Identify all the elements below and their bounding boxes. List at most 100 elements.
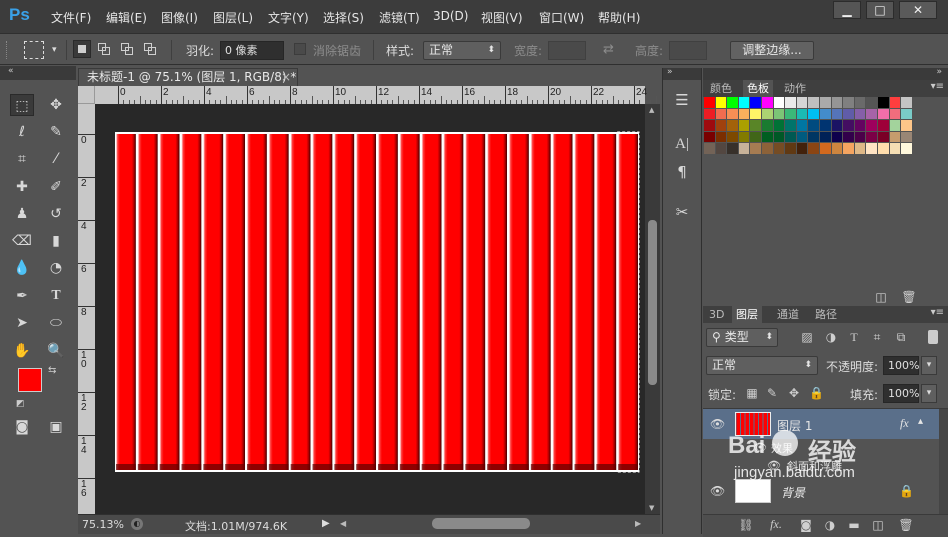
menu-item[interactable]: 图像(I): [161, 9, 198, 26]
color-swatch[interactable]: [878, 143, 889, 154]
color-swatch[interactable]: [808, 143, 819, 154]
filter-type-icon[interactable]: T: [846, 330, 862, 345]
color-swatch[interactable]: [854, 97, 866, 108]
color-swatch[interactable]: [808, 131, 819, 143]
color-swatch[interactable]: [878, 97, 889, 108]
color-swatch[interactable]: [750, 97, 761, 108]
color-swatch[interactable]: [843, 131, 854, 143]
color-swatch[interactable]: [866, 143, 877, 154]
color-swatch[interactable]: [796, 120, 808, 131]
lock-all-icon[interactable]: 🔒: [809, 386, 824, 400]
menu-item[interactable]: 滤镜(T): [379, 9, 420, 26]
scroll-right-icon[interactable]: ▶: [635, 519, 641, 528]
layer-name[interactable]: 背景: [781, 484, 805, 501]
filter-smart-object-icon[interactable]: ⧉: [893, 330, 909, 345]
color-swatch[interactable]: [866, 131, 877, 143]
color-swatch[interactable]: [831, 131, 843, 143]
color-swatch[interactable]: [727, 108, 738, 120]
add-mask-icon[interactable]: ◙: [798, 518, 814, 532]
width-input[interactable]: [548, 41, 586, 60]
color-swatch[interactable]: [878, 131, 889, 143]
quick-select-tool-icon[interactable]: ✎: [44, 121, 68, 143]
history-panel-icon[interactable]: ☰: [665, 86, 699, 114]
menu-item[interactable]: 3D(D): [433, 9, 468, 23]
color-swatch[interactable]: [831, 97, 843, 108]
opacity-input[interactable]: 100%: [883, 356, 919, 375]
color-swatch[interactable]: [715, 131, 727, 143]
filter-adjustment-icon[interactable]: ◑: [823, 330, 839, 344]
color-swatch[interactable]: [889, 108, 901, 120]
color-swatch[interactable]: [808, 120, 819, 131]
tab-layers[interactable]: 图层: [732, 306, 762, 323]
filter-shape-icon[interactable]: ⌗: [869, 330, 885, 345]
color-swatch[interactable]: [727, 131, 738, 143]
screen-mode-icon[interactable]: ▣: [44, 416, 68, 438]
tab-3d[interactable]: 3D: [705, 306, 728, 323]
color-swatch[interactable]: [704, 143, 715, 154]
color-swatch[interactable]: [704, 131, 715, 143]
color-swatch[interactable]: [750, 108, 761, 120]
scroll-down-icon[interactable]: ▼: [649, 504, 654, 512]
color-swatch[interactable]: [866, 97, 877, 108]
tab-color[interactable]: 颜色: [706, 80, 736, 97]
zoom-level[interactable]: 75.13%: [82, 518, 124, 531]
filter-pixel-icon[interactable]: ▨: [799, 330, 815, 344]
default-colors-icon[interactable]: ◩: [16, 399, 25, 409]
intersect-selection-icon[interactable]: [142, 40, 160, 58]
opacity-dropdown-icon[interactable]: ▾: [921, 356, 937, 375]
color-swatch[interactable]: [738, 120, 750, 131]
color-swatch[interactable]: [796, 108, 808, 120]
close-button[interactable]: ✕: [899, 1, 937, 19]
marquee-tool-preset-icon[interactable]: [24, 41, 44, 59]
swap-colors-icon[interactable]: ⇆: [48, 365, 56, 376]
menu-item[interactable]: 文字(Y): [268, 9, 309, 26]
color-swatch[interactable]: [727, 143, 738, 154]
color-swatch[interactable]: [889, 131, 901, 143]
color-swatch[interactable]: [762, 97, 773, 108]
color-swatch[interactable]: [820, 97, 831, 108]
feather-input[interactable]: 0 像素: [220, 41, 284, 60]
delete-layer-icon[interactable]: 🗑: [898, 518, 914, 532]
eraser-tool-icon[interactable]: ⌫: [10, 230, 34, 252]
link-layers-icon[interactable]: ⛓: [738, 518, 754, 532]
color-swatch[interactable]: [831, 120, 843, 131]
collapse-panels-icon[interactable]: »: [936, 67, 942, 77]
color-swatch[interactable]: [889, 97, 901, 108]
pen-tool-icon[interactable]: ✒: [10, 285, 34, 307]
foreground-color-swatch[interactable]: [18, 368, 42, 392]
style-select[interactable]: 正常 ⬍: [423, 41, 501, 60]
color-swatch[interactable]: [785, 143, 796, 154]
menu-item[interactable]: 编辑(E): [106, 9, 147, 26]
menu-item[interactable]: 选择(S): [323, 9, 364, 26]
character-panel-icon[interactable]: A|: [665, 130, 699, 158]
color-swatch[interactable]: [901, 97, 912, 108]
expand-icon[interactable]: »: [667, 67, 673, 77]
menu-item[interactable]: 视图(V): [481, 9, 523, 26]
brush-tool-icon[interactable]: ✐: [44, 176, 68, 198]
color-swatch[interactable]: [727, 97, 738, 108]
spot-healing-tool-icon[interactable]: ✚: [10, 176, 34, 198]
tab-paths[interactable]: 路径: [811, 306, 841, 323]
color-swatch[interactable]: [773, 143, 785, 154]
layer-fx-badge[interactable]: fx: [900, 416, 909, 431]
color-swatch[interactable]: [889, 143, 901, 154]
blur-tool-icon[interactable]: 💧: [10, 257, 34, 279]
menu-item[interactable]: 帮助(H): [598, 9, 640, 26]
color-swatch[interactable]: [738, 143, 750, 154]
clone-stamp-tool-icon[interactable]: ♟: [10, 203, 34, 225]
menu-item[interactable]: 图层(L): [213, 9, 253, 26]
color-swatch[interactable]: [704, 108, 715, 120]
color-swatch[interactable]: [785, 108, 796, 120]
fill-dropdown-icon[interactable]: ▾: [921, 384, 937, 403]
color-swatch[interactable]: [727, 120, 738, 131]
panel-menu-icon[interactable]: ▾≡: [931, 81, 944, 92]
scroll-left-icon[interactable]: ◀: [340, 519, 346, 528]
subtract-selection-icon[interactable]: [119, 40, 137, 58]
scroll-up-icon[interactable]: ▲: [649, 106, 654, 114]
color-swatch[interactable]: [820, 120, 831, 131]
color-swatch[interactable]: [808, 97, 819, 108]
color-swatch[interactable]: [773, 108, 785, 120]
color-swatch[interactable]: [715, 97, 727, 108]
lock-position-icon[interactable]: ✥: [787, 386, 801, 400]
tool-presets-icon[interactable]: ✂: [665, 198, 699, 226]
